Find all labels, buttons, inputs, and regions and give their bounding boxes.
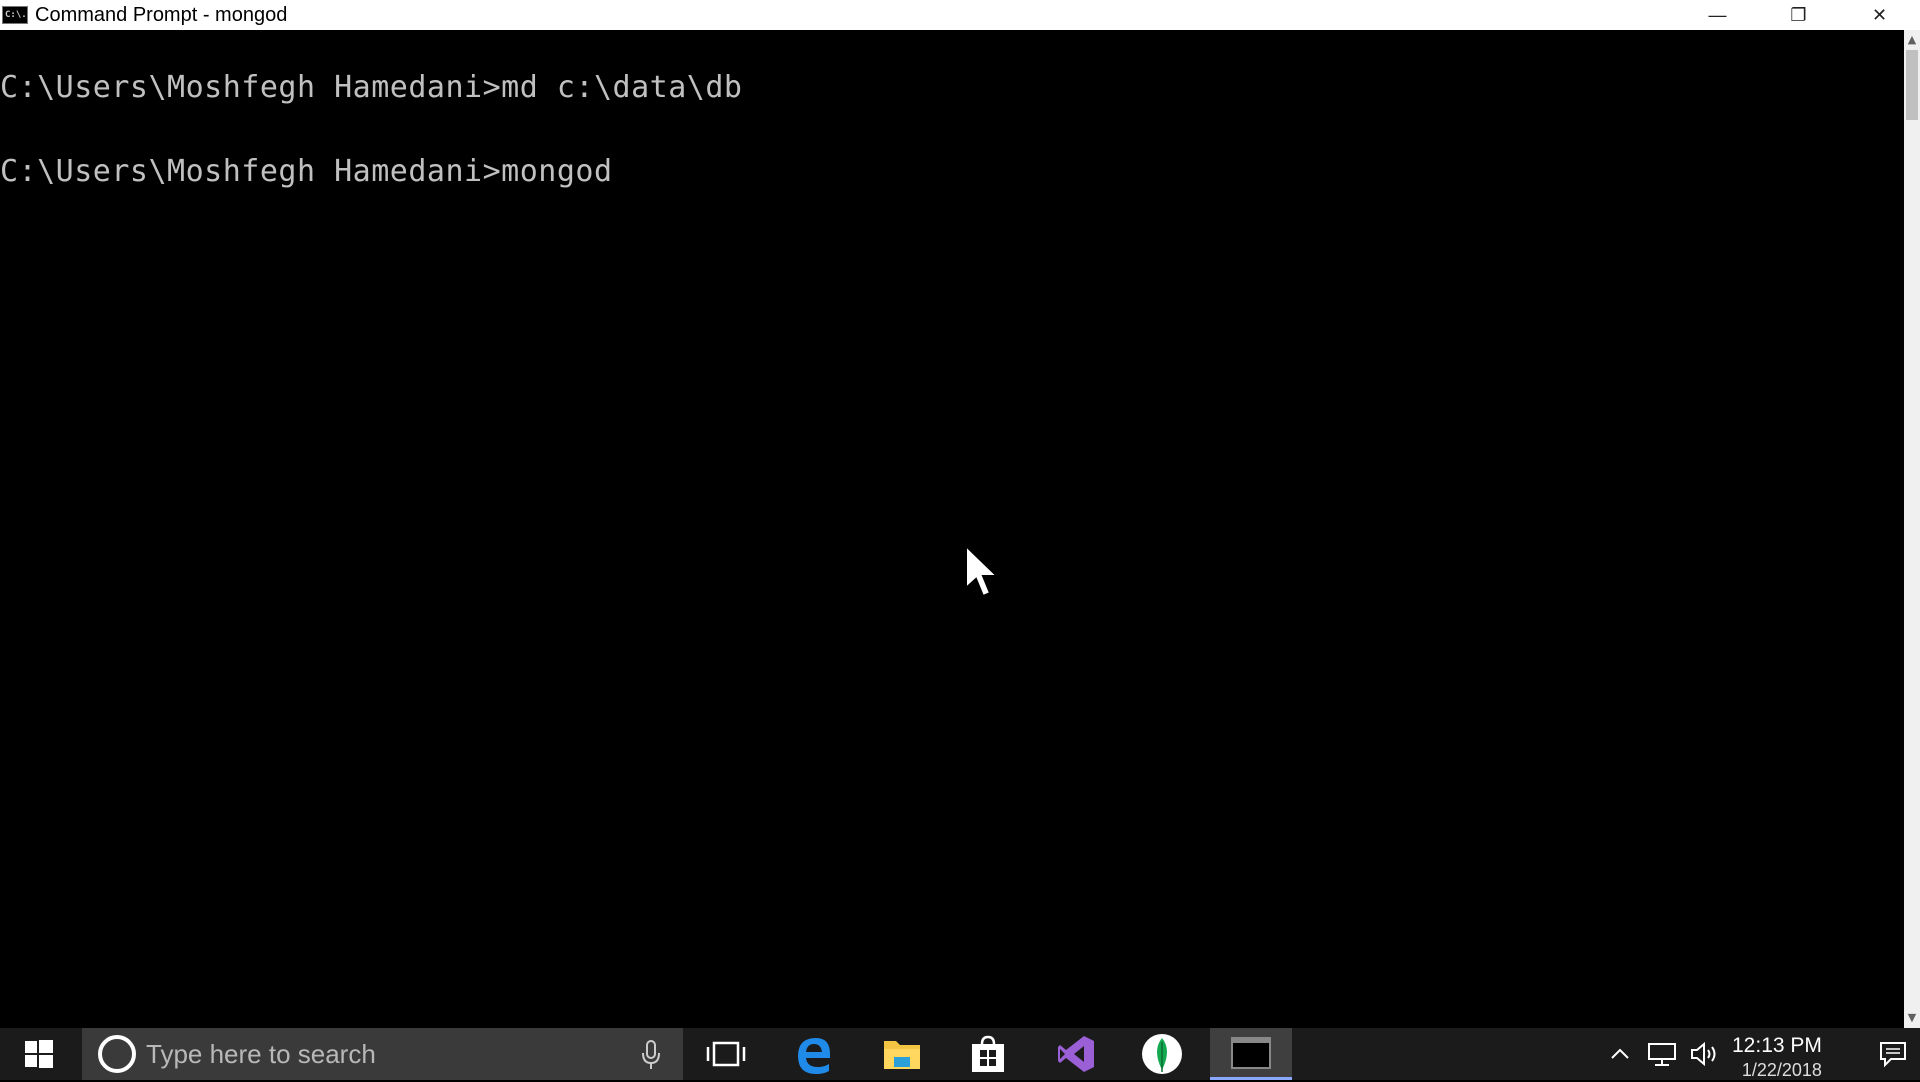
console-line-mongod: C:\Users\Moshfegh Hamedani>mongod bbox=[0, 154, 613, 189]
edge-icon bbox=[798, 1038, 830, 1074]
store-button[interactable] bbox=[952, 1028, 1024, 1080]
store-icon bbox=[972, 1035, 1004, 1072]
show-hidden-icons-button[interactable] bbox=[1604, 1028, 1636, 1080]
clock-time: 12:13 PM bbox=[1732, 1034, 1822, 1057]
start-button[interactable] bbox=[0, 1028, 78, 1080]
restore-button[interactable]: ❐ bbox=[1758, 0, 1839, 30]
visual-studio-button[interactable] bbox=[1040, 1028, 1112, 1080]
mongodb-compass-button[interactable] bbox=[1126, 1028, 1198, 1080]
close-button[interactable]: ✕ bbox=[1839, 0, 1920, 30]
network-button[interactable] bbox=[1644, 1028, 1680, 1080]
cortana-icon[interactable] bbox=[98, 1035, 136, 1073]
taskbar-clock[interactable]: 12:13 PM 1/22/2018 bbox=[1732, 1034, 1822, 1082]
command-prompt-icon bbox=[1231, 1036, 1271, 1069]
windows-start-icon bbox=[25, 1040, 53, 1068]
network-icon bbox=[1648, 1043, 1676, 1066]
notifications-icon bbox=[1880, 1042, 1906, 1068]
taskbar: Type here to search 12:13 PM 1/22/2018 bbox=[0, 1028, 1920, 1080]
action-center-button[interactable] bbox=[1870, 1028, 1916, 1080]
microphone-icon[interactable] bbox=[641, 1040, 661, 1070]
chevron-up-icon bbox=[1611, 1048, 1629, 1059]
visual-studio-icon bbox=[1058, 1036, 1094, 1072]
edge-button[interactable] bbox=[778, 1028, 850, 1080]
minimize-button[interactable]: — bbox=[1677, 0, 1758, 30]
minimize-icon: — bbox=[1708, 4, 1727, 25]
scroll-down-icon[interactable]: ▼ bbox=[1904, 1010, 1920, 1026]
mongodb-compass-icon bbox=[1142, 1034, 1182, 1074]
console-scrollbar[interactable]: ▲ ▼ bbox=[1904, 30, 1920, 1028]
mouse-cursor-icon bbox=[965, 544, 1000, 598]
task-view-button[interactable] bbox=[690, 1028, 762, 1080]
file-explorer-button[interactable] bbox=[866, 1028, 938, 1080]
close-icon: ✕ bbox=[1871, 4, 1888, 25]
task-view-icon bbox=[706, 1041, 746, 1067]
window-controls: — ❐ ✕ bbox=[1677, 0, 1920, 30]
command-prompt-taskbar-button[interactable] bbox=[1210, 1028, 1292, 1080]
taskbar-search-box[interactable]: Type here to search bbox=[82, 1028, 683, 1080]
window-titlebar[interactable]: C:\. Command Prompt - mongod — ❐ ✕ bbox=[0, 0, 1920, 30]
search-placeholder[interactable]: Type here to search bbox=[146, 1039, 376, 1070]
volume-icon bbox=[1691, 1041, 1716, 1067]
command-prompt-app-icon[interactable]: C:\. bbox=[2, 6, 28, 24]
console-line-md: C:\Users\Moshfegh Hamedani>md c:\data\db bbox=[0, 70, 743, 105]
scroll-thumb[interactable] bbox=[1906, 50, 1918, 120]
window-title: Command Prompt - mongod bbox=[35, 3, 288, 26]
scroll-up-icon[interactable]: ▲ bbox=[1904, 32, 1920, 48]
file-explorer-icon bbox=[884, 1041, 920, 1069]
volume-button[interactable] bbox=[1686, 1028, 1722, 1080]
clock-date: 1/22/2018 bbox=[1741, 1060, 1822, 1080]
restore-icon: ❐ bbox=[1790, 4, 1807, 25]
console-output[interactable]: C:\Users\Moshfegh Hamedani>md c:\data\db… bbox=[0, 30, 1904, 1028]
